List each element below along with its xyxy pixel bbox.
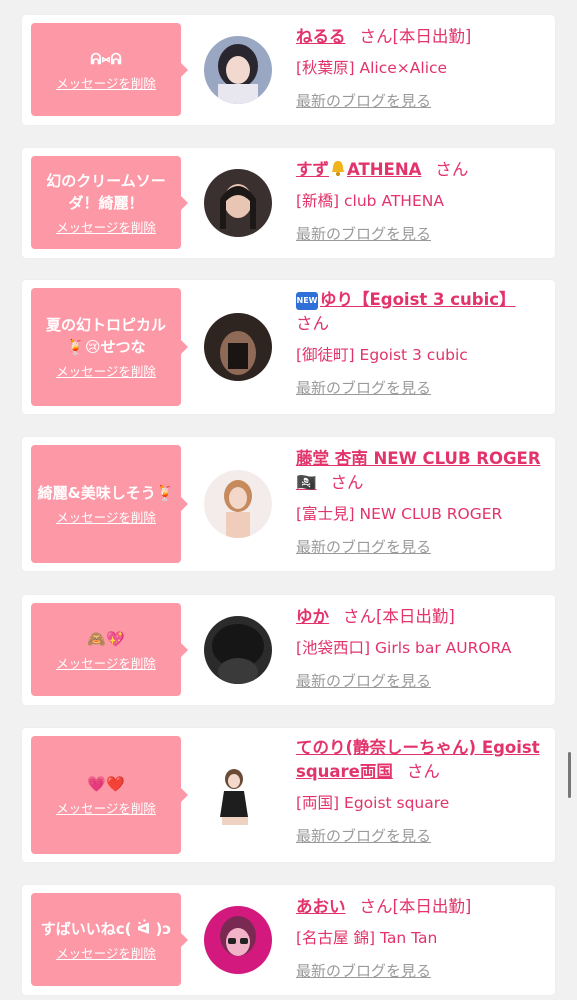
girl-avatar-icon — [204, 313, 272, 381]
scrollbar[interactable] — [568, 752, 571, 798]
latest-blog-link[interactable]: 最新のブログを見る — [296, 671, 546, 691]
cast-info: あおい さん[本日出勤] [名古屋 錦] Tan Tan 最新のブログを見る — [296, 895, 546, 981]
latest-blog-link[interactable]: 最新のブログを見る — [296, 826, 546, 846]
honorific: さん — [359, 897, 393, 916]
message-bubble: 🙈💖 メッセージを削除 — [31, 603, 188, 696]
latest-blog-link[interactable]: 最新のブログを見る — [296, 378, 546, 398]
cast-name-link[interactable]: ねるる — [296, 27, 346, 46]
cast-info: ゆか さん[本日出勤] [池袋西口] Girls bar AURORA 最新のブロ… — [296, 605, 546, 691]
shop-name: [名古屋 錦] Tan Tan — [296, 929, 438, 947]
girl-avatar-icon — [204, 36, 272, 104]
delete-message-link[interactable]: メッセージを削除 — [56, 364, 156, 380]
girl-avatar-icon — [204, 616, 272, 684]
message-text: 綺麗&美味しそう🍹 — [37, 484, 175, 502]
cast-info: すず ATHENA さん [新橋] club ATHENA 最新のブログを見る — [296, 158, 546, 244]
list-item: ᕱ⑅︎ᕱ メッセージを削除 ねるる さん[本日出勤] [秋葉原] Alice×Al… — [22, 15, 555, 125]
message-list: ᕱ⑅︎ᕱ メッセージを削除 ねるる さん[本日出勤] [秋葉原] Alice×Al… — [0, 0, 577, 1000]
list-item: 🙈💖 メッセージを削除 ゆか さん[本日出勤] [池袋西口] Girls bar … — [22, 595, 555, 705]
shop-name: [両国] Egoist square — [296, 794, 450, 812]
delete-message-link[interactable]: メッセージを削除 — [56, 510, 156, 526]
delete-message-link[interactable]: メッセージを削除 — [56, 76, 156, 92]
message-bubble: ᕱ⑅︎ᕱ メッセージを削除 — [31, 23, 188, 116]
message-text: 💗❤️ — [87, 775, 125, 793]
cast-info: 藤堂 杏南 NEW CLUB ROGER🏴‍☠️ さん [富士見] NEW CLU… — [296, 447, 546, 557]
message-bubble: 夏の幻トロピカル🍹😢せつな メッセージを削除 — [31, 288, 188, 406]
shop-name: [秋葉原] Alice×Alice — [296, 59, 448, 77]
bell-icon — [332, 161, 344, 176]
message-text: ᕱ⑅︎ᕱ — [90, 49, 122, 68]
honorific: さん — [330, 473, 364, 492]
honorific: さん — [435, 160, 469, 179]
latest-blog-link[interactable]: 最新のブログを見る — [296, 537, 546, 557]
list-item: 綺麗&美味しそう🍹 メッセージを削除 藤堂 杏南 NEW CLUB ROGER🏴… — [22, 437, 555, 571]
shop-name: [御徒町] Egoist 3 cubic — [296, 346, 468, 364]
delete-message-link[interactable]: メッセージを削除 — [56, 946, 156, 962]
latest-blog-link[interactable]: 最新のブログを見る — [296, 224, 546, 244]
attendance-badge: [本日出勤] — [392, 27, 472, 46]
message-bubble: すばいいねc( ᐛ )ɔ メッセージを削除 — [31, 893, 188, 986]
cast-name-link[interactable]: あおい — [296, 897, 346, 916]
delete-message-link[interactable]: メッセージを削除 — [56, 220, 156, 236]
avatar[interactable] — [204, 616, 272, 684]
message-text: 夏の幻トロピカル🍹😢せつな — [45, 316, 166, 356]
message-bubble: 綺麗&美味しそう🍹 メッセージを削除 — [31, 445, 188, 563]
cast-name-link[interactable]: ゆり【Egoist 3 cubic】 — [320, 290, 516, 309]
attendance-badge: [本日出勤] — [392, 897, 472, 916]
girl-avatar-icon — [204, 169, 272, 237]
honorific: さん — [359, 27, 393, 46]
message-text: すばいいねc( ᐛ )ɔ — [40, 919, 172, 938]
cast-name-link[interactable]: ゆか — [296, 607, 329, 626]
attendance-badge: [本日出勤] — [376, 607, 455, 626]
shop-name: [池袋西口] Girls bar AURORA — [296, 639, 512, 657]
honorific: さん — [406, 762, 440, 781]
list-item: 幻のクリームソーダ！綺麗！ メッセージを削除 すず ATHENA さん [新橋] c… — [22, 148, 555, 258]
cast-name-link[interactable]: すず ATHENA — [296, 160, 421, 179]
shop-name: [富士見] NEW CLUB ROGER — [296, 505, 503, 523]
avatar[interactable] — [204, 906, 272, 974]
cast-info: てのり(静奈しーちゃん) Egoist square両国 さん [両国] Egoi… — [296, 736, 546, 846]
new-icon: NEW — [296, 292, 318, 310]
cast-info: ねるる さん[本日出勤] [秋葉原] Alice×Alice 最新のブログを見る — [296, 25, 546, 111]
honorific: さん — [343, 607, 376, 626]
girl-avatar-icon — [204, 906, 272, 974]
latest-blog-link[interactable]: 最新のブログを見る — [296, 91, 546, 111]
honorific: さん — [296, 314, 329, 333]
cast-info: NEW ゆり【Egoist 3 cubic】さん [御徒町] Egoist 3 c… — [296, 288, 546, 398]
avatar[interactable] — [204, 169, 272, 237]
avatar[interactable] — [204, 313, 272, 381]
message-bubble: 幻のクリームソーダ！綺麗！ メッセージを削除 — [31, 156, 188, 249]
delete-message-link[interactable]: メッセージを削除 — [56, 801, 156, 817]
message-bubble: 💗❤️ メッセージを削除 — [31, 736, 188, 854]
avatar[interactable] — [204, 470, 272, 538]
avatar[interactable] — [204, 36, 272, 104]
message-text: 🙈💖 — [87, 629, 125, 648]
delete-message-link[interactable]: メッセージを削除 — [56, 656, 156, 672]
list-item: 夏の幻トロピカル🍹😢せつな メッセージを削除 NEW ゆり【Egoist 3 cu… — [22, 280, 555, 414]
list-item: 💗❤️ メッセージを削除 てのり(静奈しーちゃん) Egoist square両… — [22, 728, 555, 862]
girl-avatar-icon — [204, 761, 272, 829]
shop-name: [新橋] club ATHENA — [296, 192, 444, 210]
girl-avatar-icon — [204, 470, 272, 538]
avatar[interactable] — [204, 761, 272, 829]
message-text: 幻のクリームソーダ！綺麗！ — [46, 171, 166, 212]
latest-blog-link[interactable]: 最新のブログを見る — [296, 961, 546, 981]
list-item: すばいいねc( ᐛ )ɔ メッセージを削除 あおい さん[本日出勤] [名古屋 錦… — [22, 885, 555, 995]
